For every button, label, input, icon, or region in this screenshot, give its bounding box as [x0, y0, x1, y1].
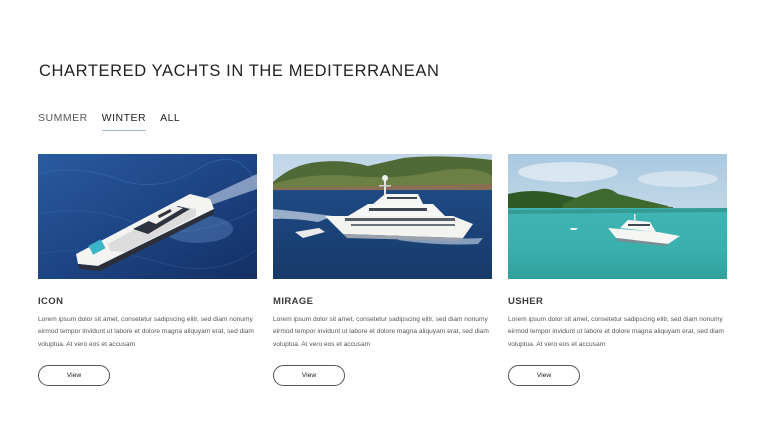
yacht-card-usher: USHER Lorem ipsum dolor sit amet, conset…	[508, 154, 727, 386]
yacht-cards: ICON Lorem ipsum dolor sit amet, consete…	[38, 154, 727, 386]
yacht-card-icon: ICON Lorem ipsum dolor sit amet, consete…	[38, 154, 257, 386]
tab-all[interactable]: ALL	[160, 112, 180, 129]
yacht-description: Lorem ipsum dolor sit amet, consetetur s…	[38, 316, 254, 348]
season-tabs: SUMMER WINTER ALL	[38, 112, 194, 131]
yacht-description: Lorem ipsum dolor sit amet, consetetur s…	[508, 316, 724, 348]
yacht-name: USHER	[508, 296, 544, 307]
yacht-photo-icon[interactable]	[38, 154, 257, 279]
yacht-description: Lorem ipsum dolor sit amet, consetetur s…	[273, 316, 489, 348]
yacht-photo-mirage[interactable]	[273, 154, 492, 279]
page-title: CHARTERED YACHTS IN THE MEDITERRANEAN	[39, 62, 440, 80]
yacht-name: MIRAGE	[273, 296, 314, 307]
tab-summer[interactable]: SUMMER	[38, 112, 88, 129]
yacht-card-mirage: MIRAGE Lorem ipsum dolor sit amet, conse…	[273, 154, 492, 386]
tab-winter[interactable]: WINTER	[101, 112, 147, 131]
view-button-icon[interactable]: View	[38, 364, 110, 386]
view-button-usher[interactable]: View	[508, 364, 580, 386]
yacht-photo-usher[interactable]	[508, 154, 727, 279]
view-button-mirage[interactable]: View	[273, 364, 345, 386]
yacht-name: ICON	[38, 296, 64, 307]
